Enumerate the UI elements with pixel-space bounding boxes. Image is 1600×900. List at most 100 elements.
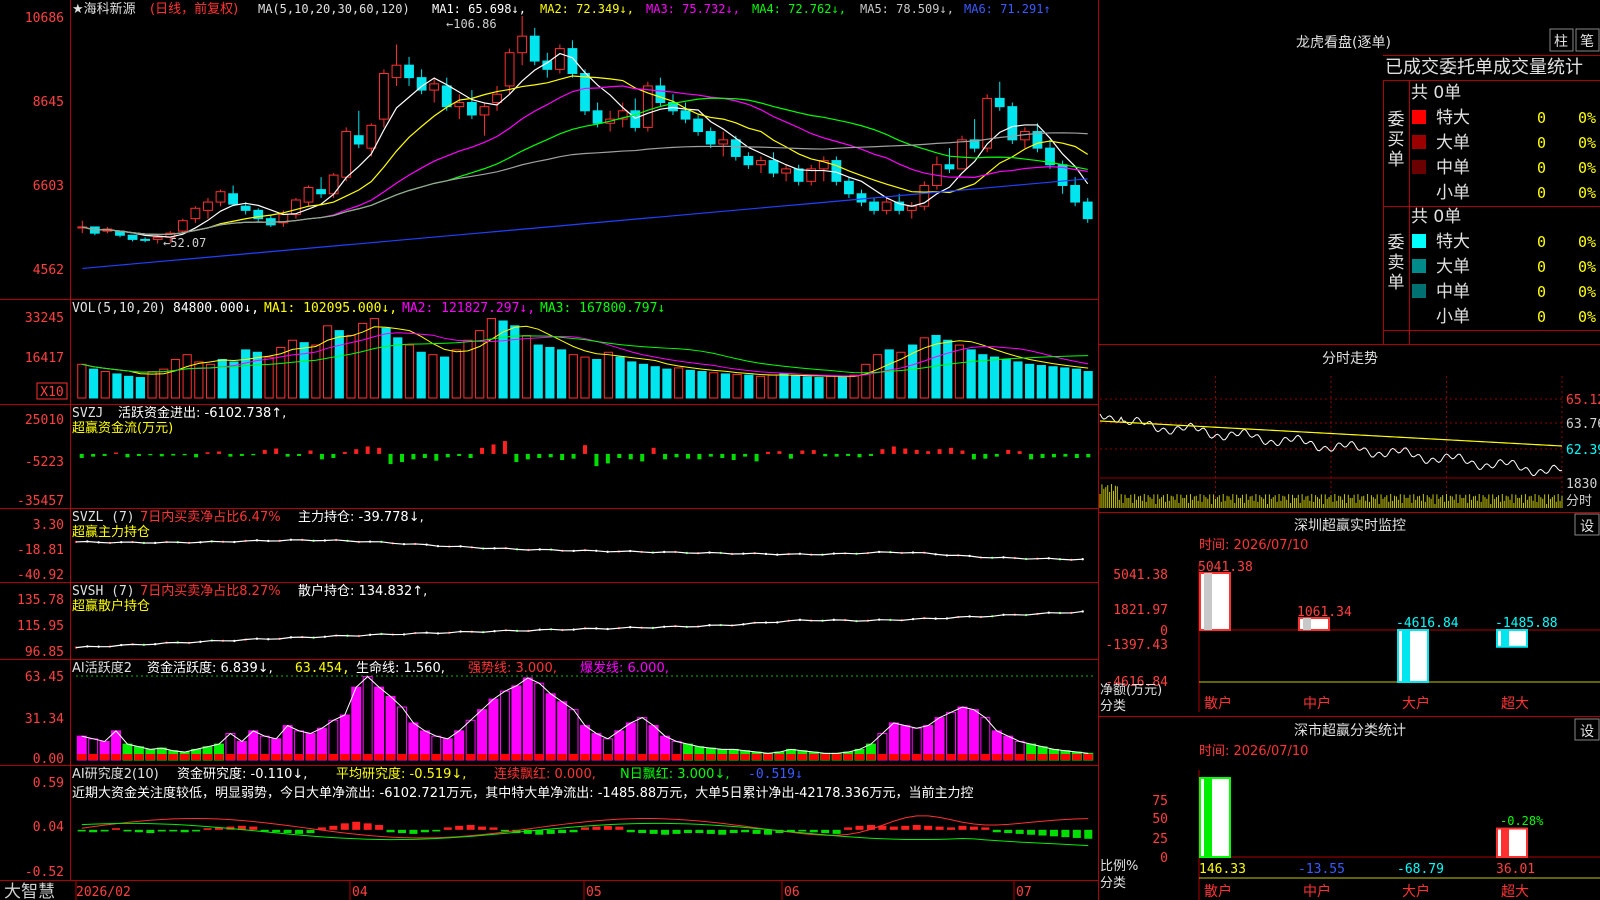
activity-base bbox=[237, 754, 247, 760]
date-tick: 2026/02 bbox=[76, 885, 131, 900]
activity-base bbox=[992, 754, 1002, 760]
fund-flow-bar bbox=[102, 453, 107, 456]
volume-bar bbox=[580, 356, 590, 399]
fund-flow-bar bbox=[708, 453, 713, 457]
candle-body bbox=[316, 189, 326, 195]
research-bar bbox=[672, 829, 681, 834]
research-bar bbox=[340, 823, 349, 830]
activity-base bbox=[763, 754, 773, 760]
period-mode[interactable]: (日线，前复权) bbox=[150, 1, 238, 17]
svsh-y-label: 115.95 bbox=[17, 619, 64, 634]
sz-stats-y-label: 50 bbox=[1152, 812, 1168, 827]
fund-flow-bar bbox=[720, 453, 725, 458]
activity-base bbox=[580, 754, 590, 760]
activity-base bbox=[569, 754, 579, 760]
order-size-label: 大单 bbox=[1436, 257, 1470, 277]
volume-bar bbox=[837, 376, 848, 399]
activity-bar bbox=[477, 709, 488, 761]
volume-bar bbox=[627, 361, 637, 399]
tick-mode-button-label[interactable]: 笔 bbox=[1580, 34, 1594, 50]
research-bar bbox=[77, 829, 86, 832]
volume-bar bbox=[1071, 368, 1082, 399]
tab-stats[interactable]: 统计 bbox=[1547, 57, 1583, 78]
candle-body bbox=[793, 168, 804, 182]
research-bar bbox=[706, 829, 715, 834]
research-bar bbox=[1015, 829, 1024, 834]
fund-flow-bar bbox=[228, 453, 233, 457]
fund-flow-bar bbox=[971, 453, 976, 460]
activity-base bbox=[923, 754, 933, 760]
volume-bar bbox=[393, 337, 403, 399]
volume-bar bbox=[416, 351, 426, 399]
activity-bar bbox=[968, 709, 979, 761]
volume-bar bbox=[77, 363, 87, 399]
research-bar bbox=[455, 825, 464, 830]
order-size-label: 小单 bbox=[1436, 307, 1470, 327]
activity-base bbox=[820, 754, 830, 760]
order-pct: 0% bbox=[1578, 134, 1596, 152]
research-bar bbox=[478, 826, 487, 830]
fund-flow-bar bbox=[983, 453, 988, 459]
intraday-price-label: 65.12 bbox=[1566, 393, 1600, 408]
activity-base bbox=[877, 754, 887, 760]
tab-volume[interactable]: 成交量 bbox=[1493, 57, 1547, 78]
fund-flow-bar bbox=[182, 453, 187, 456]
ratio-value: 36.01 bbox=[1496, 862, 1535, 877]
svzl-chart bbox=[74, 538, 1084, 562]
candle-body bbox=[554, 48, 565, 70]
sz-stats-settings-label[interactable]: 设 bbox=[1580, 724, 1594, 740]
activity-base bbox=[111, 754, 121, 760]
research-bar bbox=[295, 829, 304, 834]
ma2-value: MA2: 72.349↓, bbox=[540, 2, 634, 16]
volume-bar bbox=[322, 325, 333, 399]
activity-base bbox=[306, 754, 315, 760]
research-bar bbox=[558, 829, 567, 834]
sz-monitor-chart: 5041.38 散户 1061.34 中户 -4616.84 大户 -1485.88 超大 bbox=[1198, 560, 1600, 712]
sz-monitor-settings-label[interactable]: 设 bbox=[1580, 519, 1594, 535]
candle-body bbox=[580, 72, 590, 112]
research-bar bbox=[123, 829, 132, 832]
fund-flow-bar bbox=[537, 453, 542, 458]
tab-executed[interactable]: 已成交 bbox=[1385, 57, 1439, 78]
fund-flow-bar bbox=[743, 453, 748, 457]
ai-research-label: AI研究度2(10) bbox=[72, 766, 159, 782]
volume-bar bbox=[1060, 367, 1070, 399]
vol-unit: X10 bbox=[40, 385, 63, 400]
research-bar bbox=[649, 829, 658, 834]
sz-monitor-y-label: -1397.43 bbox=[1105, 638, 1168, 653]
volume-bar bbox=[755, 375, 766, 399]
research-bar bbox=[1084, 829, 1093, 839]
fund-flow-bar bbox=[194, 453, 199, 458]
research-bar bbox=[386, 829, 395, 833]
svsh-pct: 7日内买卖净占比8.27% bbox=[140, 583, 281, 599]
volume-bar bbox=[1048, 366, 1058, 399]
stock-title[interactable]: ★海科新源 bbox=[72, 1, 136, 17]
activity-base bbox=[649, 754, 659, 760]
volume-bar bbox=[451, 349, 461, 399]
tab-orders[interactable]: 委托单 bbox=[1439, 57, 1493, 78]
activity-bar bbox=[568, 709, 579, 761]
research-bar bbox=[306, 829, 315, 834]
svzl-pct: 7日内买卖净占比6.47% bbox=[140, 509, 281, 525]
sz-monitor-y-title: 净额(万元) bbox=[1100, 683, 1162, 698]
candle-body bbox=[454, 102, 465, 108]
fund-flow-bar bbox=[594, 453, 599, 467]
volume-bar bbox=[147, 371, 157, 399]
activity-base bbox=[340, 754, 350, 760]
activity-base bbox=[717, 754, 727, 760]
research-bar bbox=[272, 829, 281, 833]
volume-bar bbox=[1013, 361, 1023, 399]
bar-mode-button-label[interactable]: 柱 bbox=[1554, 34, 1568, 50]
ma-param-label: MA(5,10,20,30,60,120) bbox=[258, 2, 410, 16]
vol-y-label: 16417 bbox=[25, 351, 64, 366]
candle-body bbox=[341, 131, 352, 178]
activity-bar bbox=[557, 701, 568, 761]
fund-flow-bar bbox=[891, 446, 896, 454]
order-color-swatch bbox=[1412, 135, 1426, 149]
fund-flow-bar bbox=[800, 450, 805, 454]
activity-base bbox=[797, 754, 807, 760]
candle-body bbox=[215, 191, 226, 203]
svzj-y-label: -35457 bbox=[17, 494, 64, 509]
candle-body bbox=[743, 155, 754, 166]
kline-y-label: 8645 bbox=[33, 95, 64, 110]
